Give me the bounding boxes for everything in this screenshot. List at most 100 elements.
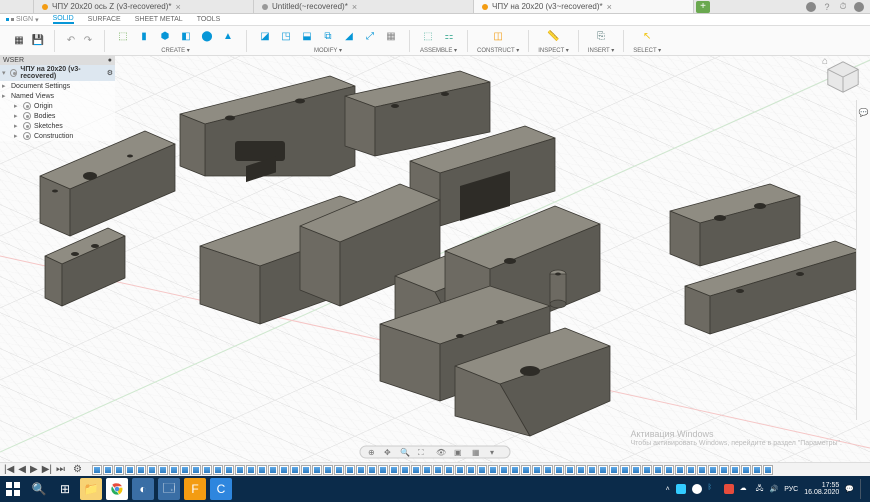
box-icon[interactable]: ▮ <box>135 28 153 46</box>
timeline-feature[interactable] <box>752 465 762 475</box>
browser-item-sketches[interactable]: ▸Sketches <box>0 121 115 131</box>
close-icon[interactable]: × <box>352 2 357 12</box>
timeline-feature[interactable] <box>114 465 124 475</box>
timeline-feature[interactable] <box>191 465 201 475</box>
panel-handle[interactable] <box>0 0 34 13</box>
timeline-feature[interactable] <box>488 465 498 475</box>
fit-icon[interactable]: ⛶ <box>417 448 424 457</box>
timeline-feature[interactable] <box>400 465 410 475</box>
ribbon-tab-solid[interactable]: SOLID <box>53 15 74 24</box>
timeline-feature[interactable] <box>213 465 223 475</box>
timeline-feature[interactable] <box>510 465 520 475</box>
timeline-feature[interactable] <box>224 465 234 475</box>
task-view-icon[interactable]: ⊞ <box>54 478 76 500</box>
tray-bluetooth-icon[interactable]: ᛒ <box>708 484 718 494</box>
close-icon[interactable]: × <box>175 2 180 12</box>
visibility-icon[interactable] <box>23 112 31 120</box>
display-icon[interactable]: ▣ <box>454 448 462 457</box>
prism-icon[interactable]: ▲ <box>219 28 237 46</box>
timeline-feature[interactable] <box>411 465 421 475</box>
tray-network-icon[interactable]: 🖧 <box>756 484 764 495</box>
show-desktop[interactable] <box>860 479 864 499</box>
shell-icon[interactable]: ⬓ <box>298 28 316 46</box>
timeline-feature[interactable] <box>147 465 157 475</box>
search-icon[interactable]: 🔍 <box>28 478 50 500</box>
timeline-feature[interactable] <box>312 465 322 475</box>
revolve-icon[interactable]: ◧ <box>177 28 195 46</box>
timeline-feature[interactable] <box>543 465 553 475</box>
assemble-label[interactable]: ASSEMBLE ▾ <box>420 47 457 54</box>
taskbar-app-icon[interactable]: 🗔 <box>158 478 180 500</box>
cura-icon[interactable]: C <box>210 478 232 500</box>
grid-snap-icon[interactable]: ▦ <box>472 448 480 457</box>
zoom-icon[interactable]: 🔍 <box>400 447 410 457</box>
pan-icon[interactable]: ✥ <box>384 448 391 457</box>
timeline-feature[interactable] <box>477 465 487 475</box>
timeline-end-icon[interactable]: ⏭ <box>56 464 65 475</box>
cylinder-icon[interactable]: ⬤ <box>198 28 216 46</box>
timeline-feature[interactable] <box>620 465 630 475</box>
tray-language[interactable]: РУС <box>784 486 798 493</box>
timeline-feature[interactable] <box>301 465 311 475</box>
chrome-icon[interactable] <box>106 478 128 500</box>
comment-icon[interactable]: 💬 <box>859 108 869 117</box>
timeline-feature[interactable] <box>730 465 740 475</box>
timeline-track[interactable] <box>92 465 773 475</box>
timeline-feature[interactable] <box>323 465 333 475</box>
joint-icon[interactable]: ⚏ <box>440 28 458 46</box>
insert-icon[interactable]: ⎘ <box>592 28 610 46</box>
timeline-feature[interactable] <box>268 465 278 475</box>
timeline-feature[interactable] <box>246 465 256 475</box>
select-icon[interactable]: ↖ <box>638 28 656 46</box>
look-icon[interactable]: 👁 <box>436 448 446 457</box>
ribbon-tab-tools[interactable]: TOOLS <box>197 16 221 23</box>
plane-icon[interactable]: ◫ <box>489 28 507 46</box>
options-icon[interactable]: ⚙ <box>107 69 113 77</box>
timeline-feature[interactable] <box>389 465 399 475</box>
tray-icon[interactable] <box>724 484 734 494</box>
fillet-icon[interactable]: ◳ <box>277 28 295 46</box>
timeline-feature[interactable] <box>202 465 212 475</box>
timeline-feature[interactable] <box>631 465 641 475</box>
timeline-feature[interactable] <box>367 465 377 475</box>
visibility-icon[interactable] <box>23 102 31 110</box>
timeline-feature[interactable] <box>158 465 168 475</box>
redo-icon[interactable]: ↷ <box>81 34 95 48</box>
timeline-feature[interactable] <box>92 465 102 475</box>
create-label[interactable]: CREATE ▾ <box>161 47 190 54</box>
timeline-feature[interactable] <box>169 465 179 475</box>
close-icon[interactable]: × <box>607 2 612 12</box>
timeline-feature[interactable] <box>554 465 564 475</box>
timeline-feature[interactable] <box>422 465 432 475</box>
viewport-icon[interactable]: ▾ <box>490 448 494 457</box>
timeline-feature[interactable] <box>499 465 509 475</box>
ribbon-tab-sheetmetal[interactable]: SHEET METAL <box>135 16 183 23</box>
model-canvas[interactable]: ⊕ ✥ 🔍 ⛶ 👁 ▣ ▦ ▾ <box>0 56 870 462</box>
tray-volume-icon[interactable]: 🔊 <box>769 485 778 493</box>
new-doc-button[interactable]: + <box>696 1 710 13</box>
browser-root[interactable]: ▾ ЧПУ на 20x20 (v3-recovered)⚙ <box>0 65 115 81</box>
tray-notifications-icon[interactable]: 💬 <box>845 485 854 493</box>
timeline-feature[interactable] <box>378 465 388 475</box>
browser-pin-icon[interactable]: ● <box>108 57 112 64</box>
extensions-icon[interactable] <box>806 2 816 12</box>
taskbar-app-icon[interactable]: ◐ <box>132 478 154 500</box>
viewport[interactable]: ⊕ ✥ 🔍 ⛶ 👁 ▣ ▦ ▾ <box>0 56 870 462</box>
ribbon-tab-surface[interactable]: SURFACE <box>88 16 121 23</box>
tray-cloud-icon[interactable]: ☁ <box>740 484 750 494</box>
orbit-icon[interactable]: ⊕ <box>368 448 375 457</box>
timeline-feature[interactable] <box>257 465 267 475</box>
browser-item-named-views[interactable]: ▸Named Views <box>0 91 115 101</box>
timeline-play-icon[interactable]: ▶ <box>30 464 38 475</box>
doc-tab-0[interactable]: ЧПУ 20x20 ось Z (v3-recovered)* × <box>34 0 254 13</box>
job-status-icon[interactable]: ? <box>822 2 832 12</box>
timeline-feature[interactable] <box>455 465 465 475</box>
tray-clock[interactable]: 17:5516.08.2020 <box>804 482 839 496</box>
timeline-feature[interactable] <box>587 465 597 475</box>
combine-icon[interactable]: ⧉ <box>319 28 337 46</box>
sketch-icon[interactable]: ⬚ <box>114 28 132 46</box>
timeline-start-icon[interactable]: |◀ <box>4 464 14 475</box>
timeline-feature[interactable] <box>565 465 575 475</box>
visibility-icon[interactable] <box>23 132 31 140</box>
browser-item-origin[interactable]: ▸Origin <box>0 101 115 111</box>
